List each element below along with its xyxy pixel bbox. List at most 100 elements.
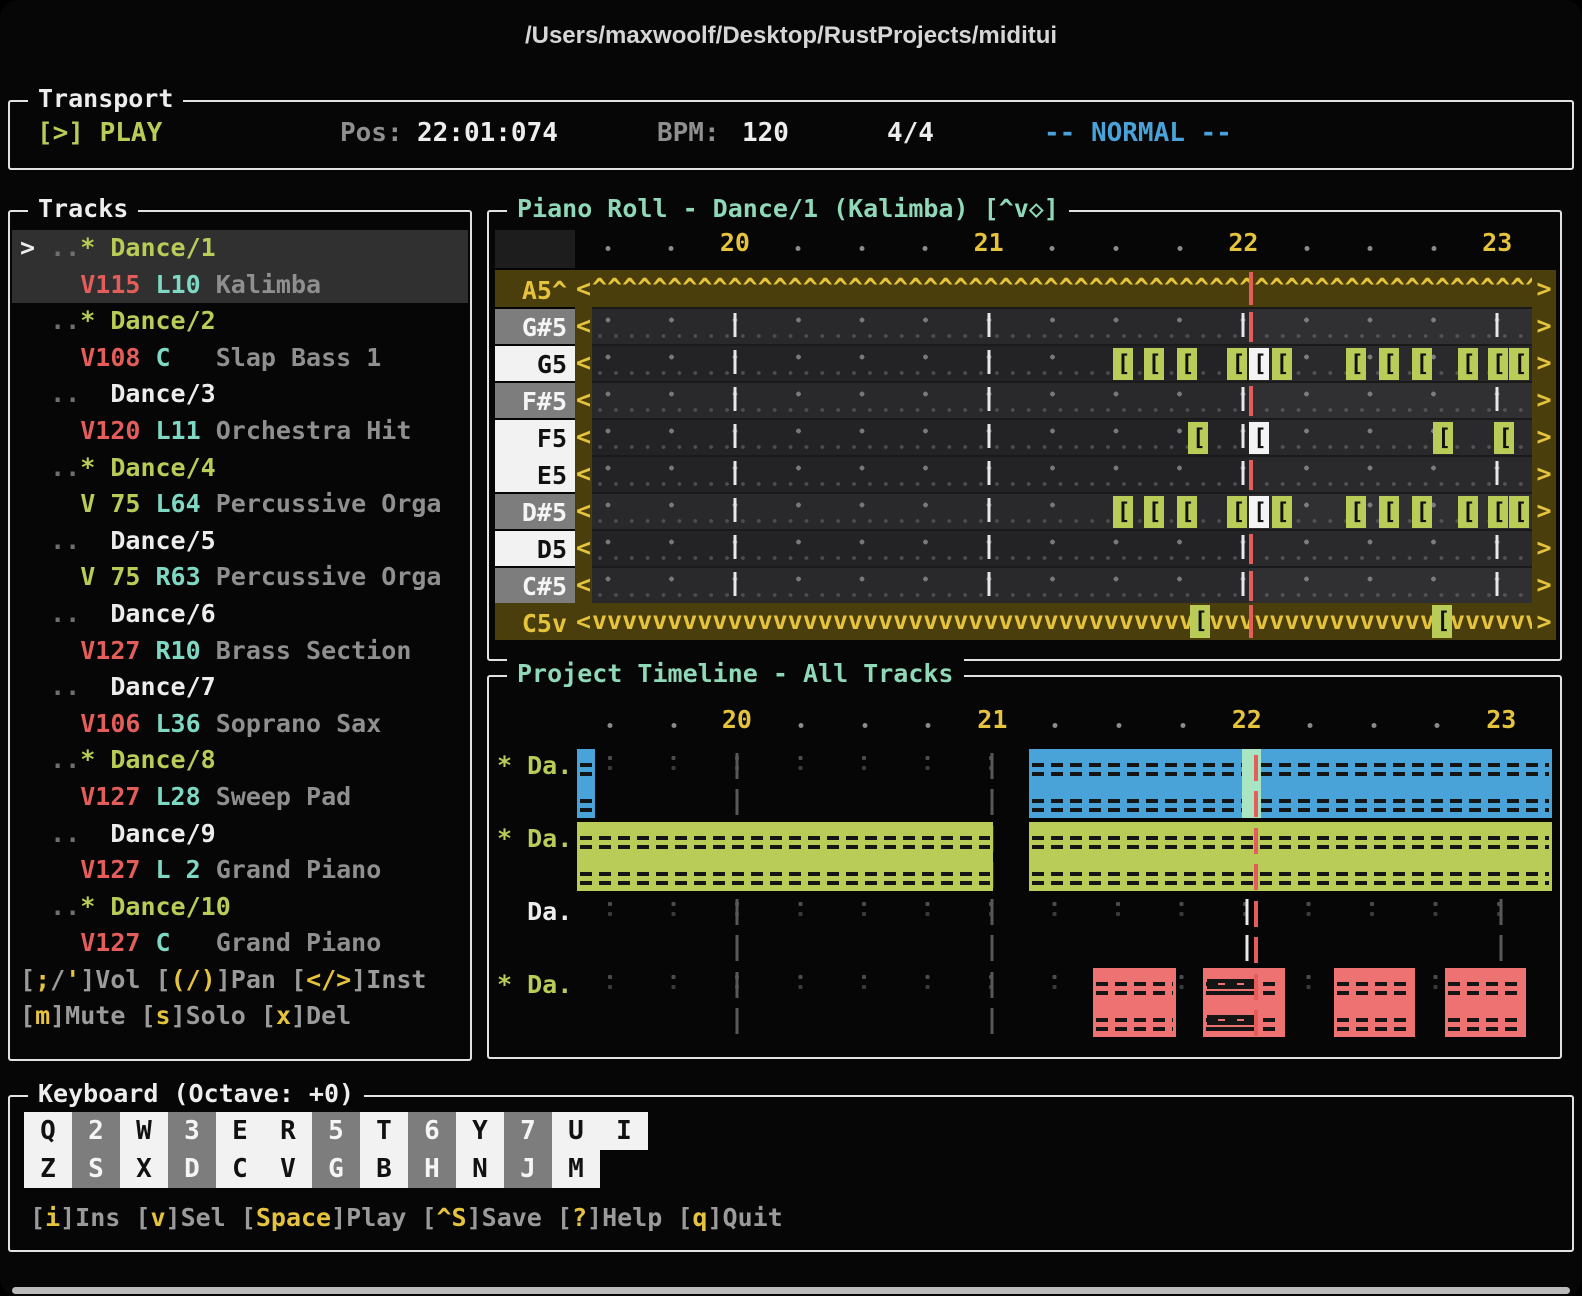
scroll-right-arrow[interactable]: >: [1532, 381, 1556, 418]
note[interactable]: [: [1433, 422, 1454, 454]
note[interactable]: [: [1378, 496, 1399, 528]
key-T[interactable]: T: [360, 1112, 408, 1150]
clip-block[interactable]: [577, 822, 994, 891]
note-lane[interactable]: [592, 455, 1532, 492]
clip-block[interactable]: [1029, 822, 1552, 891]
bpm-value[interactable]: 120: [742, 118, 789, 148]
note[interactable]: [: [1457, 348, 1478, 380]
scroll-left-arrow[interactable]: <: [575, 603, 592, 640]
key-B[interactable]: B: [360, 1150, 408, 1188]
overflow-band-up[interactable]: ^^^^^^^^^^^^^^^^^^^^^^^^^^^^^^^^^^^^^^^^…: [592, 270, 1532, 307]
track-item-dance-3[interactable]: .. Dance/3 V120 L11 Orchestra Hit: [12, 376, 468, 449]
scroll-right-arrow[interactable]: >: [1532, 418, 1556, 455]
key-N[interactable]: N: [456, 1150, 504, 1188]
key-G[interactable]: G: [312, 1150, 360, 1188]
key-H[interactable]: H: [408, 1150, 456, 1188]
key-U[interactable]: U: [552, 1112, 600, 1150]
scroll-left-arrow[interactable]: <: [575, 418, 592, 455]
timeline-track-lane[interactable]: [577, 966, 1552, 1039]
note[interactable]: [: [1432, 605, 1453, 638]
key-W[interactable]: W: [120, 1112, 168, 1150]
note[interactable]: [: [1411, 496, 1432, 528]
note[interactable]: [: [1271, 496, 1292, 528]
track-item-dance-6[interactable]: .. Dance/6 V127 R10 Brass Section: [12, 596, 468, 669]
play-button[interactable]: [>] PLAY: [37, 118, 162, 148]
key-D[interactable]: D: [168, 1150, 216, 1188]
key-5[interactable]: 5: [312, 1112, 360, 1150]
note[interactable]: [: [1509, 496, 1530, 528]
key-Z[interactable]: Z: [24, 1150, 72, 1188]
note[interactable]: [: [1345, 348, 1366, 380]
overflow-band-down[interactable]: vvvvvvvvvvvvvvvvvvvvvvvvvvvvvvvvvvvvvvvv…: [592, 603, 1532, 640]
note[interactable]: [: [1249, 422, 1270, 454]
note-lane[interactable]: [592, 566, 1532, 603]
scroll-left-arrow[interactable]: <: [575, 307, 592, 344]
clip-block[interactable]: [577, 749, 595, 818]
key-M[interactable]: M: [552, 1150, 600, 1188]
scroll-left-arrow[interactable]: <: [575, 529, 592, 566]
note[interactable]: [: [1411, 348, 1432, 380]
scroll-left-arrow[interactable]: <: [575, 381, 592, 418]
clip-block[interactable]: [1333, 968, 1415, 1037]
scroll-left-arrow[interactable]: <: [575, 344, 592, 381]
note-lane[interactable]: [592, 381, 1532, 418]
note[interactable]: [: [1457, 496, 1478, 528]
scroll-right-arrow[interactable]: >: [1532, 307, 1556, 344]
scroll-right-arrow[interactable]: >: [1532, 492, 1556, 529]
clip-block[interactable]: [1444, 968, 1526, 1037]
track-item-dance-4[interactable]: ..* Dance/4 V 75 L64 Percussive Orga: [12, 450, 468, 523]
scroll-right-arrow[interactable]: >: [1532, 270, 1556, 307]
clip-block[interactable]: [1202, 968, 1285, 1037]
note[interactable]: [: [1227, 348, 1248, 380]
scroll-right-arrow[interactable]: >: [1532, 603, 1556, 640]
track-item-dance-5[interactable]: .. Dance/5 V 75 R63 Percussive Orga: [12, 523, 468, 596]
note[interactable]: [: [1249, 348, 1270, 380]
note[interactable]: [: [1345, 496, 1366, 528]
note[interactable]: [: [1187, 422, 1208, 454]
scroll-right-arrow[interactable]: >: [1532, 344, 1556, 381]
key-2[interactable]: 2: [72, 1112, 120, 1150]
key-X[interactable]: X: [120, 1150, 168, 1188]
note[interactable]: [: [1271, 348, 1292, 380]
key-E[interactable]: E: [216, 1112, 264, 1150]
timeline-track-lane[interactable]: [577, 747, 1552, 820]
timeline-track-lane[interactable]: [577, 820, 1552, 893]
clip-block[interactable]: [1029, 749, 1552, 818]
track-item-dance-8[interactable]: ..* Dance/8 V127 L28 Sweep Pad: [12, 742, 468, 815]
note[interactable]: [: [1249, 496, 1270, 528]
note[interactable]: [: [1487, 348, 1508, 380]
scroll-right-arrow[interactable]: >: [1532, 455, 1556, 492]
note-lane[interactable]: [592, 529, 1532, 566]
key-Y[interactable]: Y: [456, 1112, 504, 1150]
note-lane[interactable]: [ [ [ [: [592, 418, 1532, 455]
note[interactable]: [: [1509, 348, 1530, 380]
note[interactable]: [: [1112, 496, 1133, 528]
key-Q[interactable]: Q: [24, 1112, 72, 1150]
key-7[interactable]: 7: [504, 1112, 552, 1150]
scroll-left-arrow[interactable]: <: [575, 455, 592, 492]
key-I[interactable]: I: [600, 1112, 648, 1150]
note-lane[interactable]: [[[[[[[[[[[[: [592, 492, 1532, 529]
note[interactable]: [: [1143, 496, 1164, 528]
scroll-left-arrow[interactable]: <: [575, 566, 592, 603]
note[interactable]: [: [1176, 348, 1197, 380]
key-6[interactable]: 6: [408, 1112, 456, 1150]
scroll-left-arrow[interactable]: <: [575, 492, 592, 529]
key-3[interactable]: 3: [168, 1112, 216, 1150]
key-R[interactable]: R: [264, 1112, 312, 1150]
track-item-dance-9[interactable]: .. Dance/9 V127 L 2 Grand Piano: [12, 816, 468, 889]
note[interactable]: [: [1494, 422, 1515, 454]
note[interactable]: [: [1176, 496, 1197, 528]
key-C[interactable]: C: [216, 1150, 264, 1188]
note[interactable]: [: [1189, 605, 1210, 638]
note[interactable]: [: [1378, 348, 1399, 380]
timeline-track-lane[interactable]: [577, 893, 1552, 966]
note-lane[interactable]: [[[[[[[[[[[[: [592, 344, 1532, 381]
note[interactable]: [: [1143, 348, 1164, 380]
track-item-dance-7[interactable]: .. Dance/7 V106 L36 Soprano Sax: [12, 669, 468, 742]
scroll-right-arrow[interactable]: >: [1532, 529, 1556, 566]
note[interactable]: [: [1112, 348, 1133, 380]
note[interactable]: [: [1227, 496, 1248, 528]
key-S[interactable]: S: [72, 1150, 120, 1188]
note-lane[interactable]: [592, 307, 1532, 344]
